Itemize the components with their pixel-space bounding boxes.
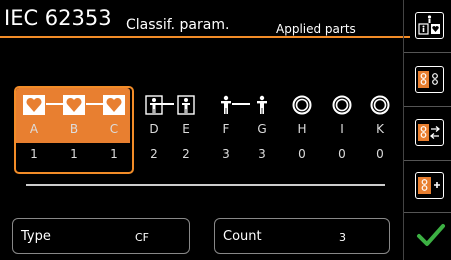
separator-line: [26, 184, 385, 186]
part-label: G: [257, 122, 267, 136]
part-count: 3: [258, 147, 266, 161]
part-count: 2: [182, 147, 190, 161]
part-count: 3: [222, 147, 230, 161]
parts-swap-button[interactable]: [415, 119, 444, 146]
person-icon[interactable]: [214, 94, 238, 116]
person-box-icon[interactable]: [174, 94, 198, 116]
part-count: 0: [298, 147, 306, 161]
part-label: K: [376, 122, 384, 136]
type-label: Type: [21, 229, 51, 244]
heart-icon[interactable]: [22, 94, 46, 116]
part-label: E: [182, 122, 190, 136]
count-value: 3: [339, 231, 346, 244]
parts-config-button[interactable]: [415, 66, 444, 93]
part-label: B: [69, 122, 79, 136]
sidebar-divider: [404, 106, 451, 107]
type-value: CF: [135, 231, 150, 244]
part-label: I: [340, 122, 344, 136]
part-label: D: [149, 122, 159, 136]
part-label: H: [297, 122, 307, 136]
header-divider: [0, 36, 122, 38]
part-count: 1: [110, 147, 118, 161]
ring-icon[interactable]: [330, 94, 354, 116]
sidebar-divider: [404, 52, 451, 53]
part-label: A: [29, 122, 39, 136]
part-count: 0: [376, 147, 384, 161]
applied-parts-button[interactable]: [415, 12, 444, 39]
confirm-check-icon: [417, 224, 445, 246]
parts-swap-icon: [418, 124, 441, 141]
count-label: Count: [223, 229, 262, 244]
count-field[interactable]: Count 3: [214, 218, 390, 254]
parts-add-icon: [418, 177, 440, 194]
person-box-icon[interactable]: [142, 94, 166, 116]
ring-icon[interactable]: [290, 94, 314, 116]
person-icon[interactable]: [250, 94, 274, 116]
header-divider: [120, 36, 410, 38]
part-label: F: [222, 122, 230, 136]
applied-parts-icon: [418, 15, 440, 35]
part-count: 1: [30, 147, 38, 161]
part-count: 0: [338, 147, 346, 161]
tab-applied-parts[interactable]: Applied parts: [276, 22, 356, 36]
ring-icon[interactable]: [368, 94, 392, 116]
part-label: C: [109, 122, 119, 136]
sidebar-divider: [404, 160, 451, 161]
tab-classif-param[interactable]: Classif. param.: [126, 17, 229, 33]
type-field[interactable]: Type CF: [12, 218, 190, 254]
sidebar-border: [403, 0, 404, 260]
part-count: 1: [70, 147, 78, 161]
heart-icon[interactable]: [62, 94, 86, 116]
parts-add-button[interactable]: [415, 172, 444, 199]
confirm-button[interactable]: [416, 222, 446, 252]
heart-icon[interactable]: [102, 94, 126, 116]
parts-config-icon: [418, 71, 438, 88]
page-title: IEC 62353: [4, 6, 112, 30]
part-count: 2: [150, 147, 158, 161]
sidebar-divider: [404, 212, 451, 213]
